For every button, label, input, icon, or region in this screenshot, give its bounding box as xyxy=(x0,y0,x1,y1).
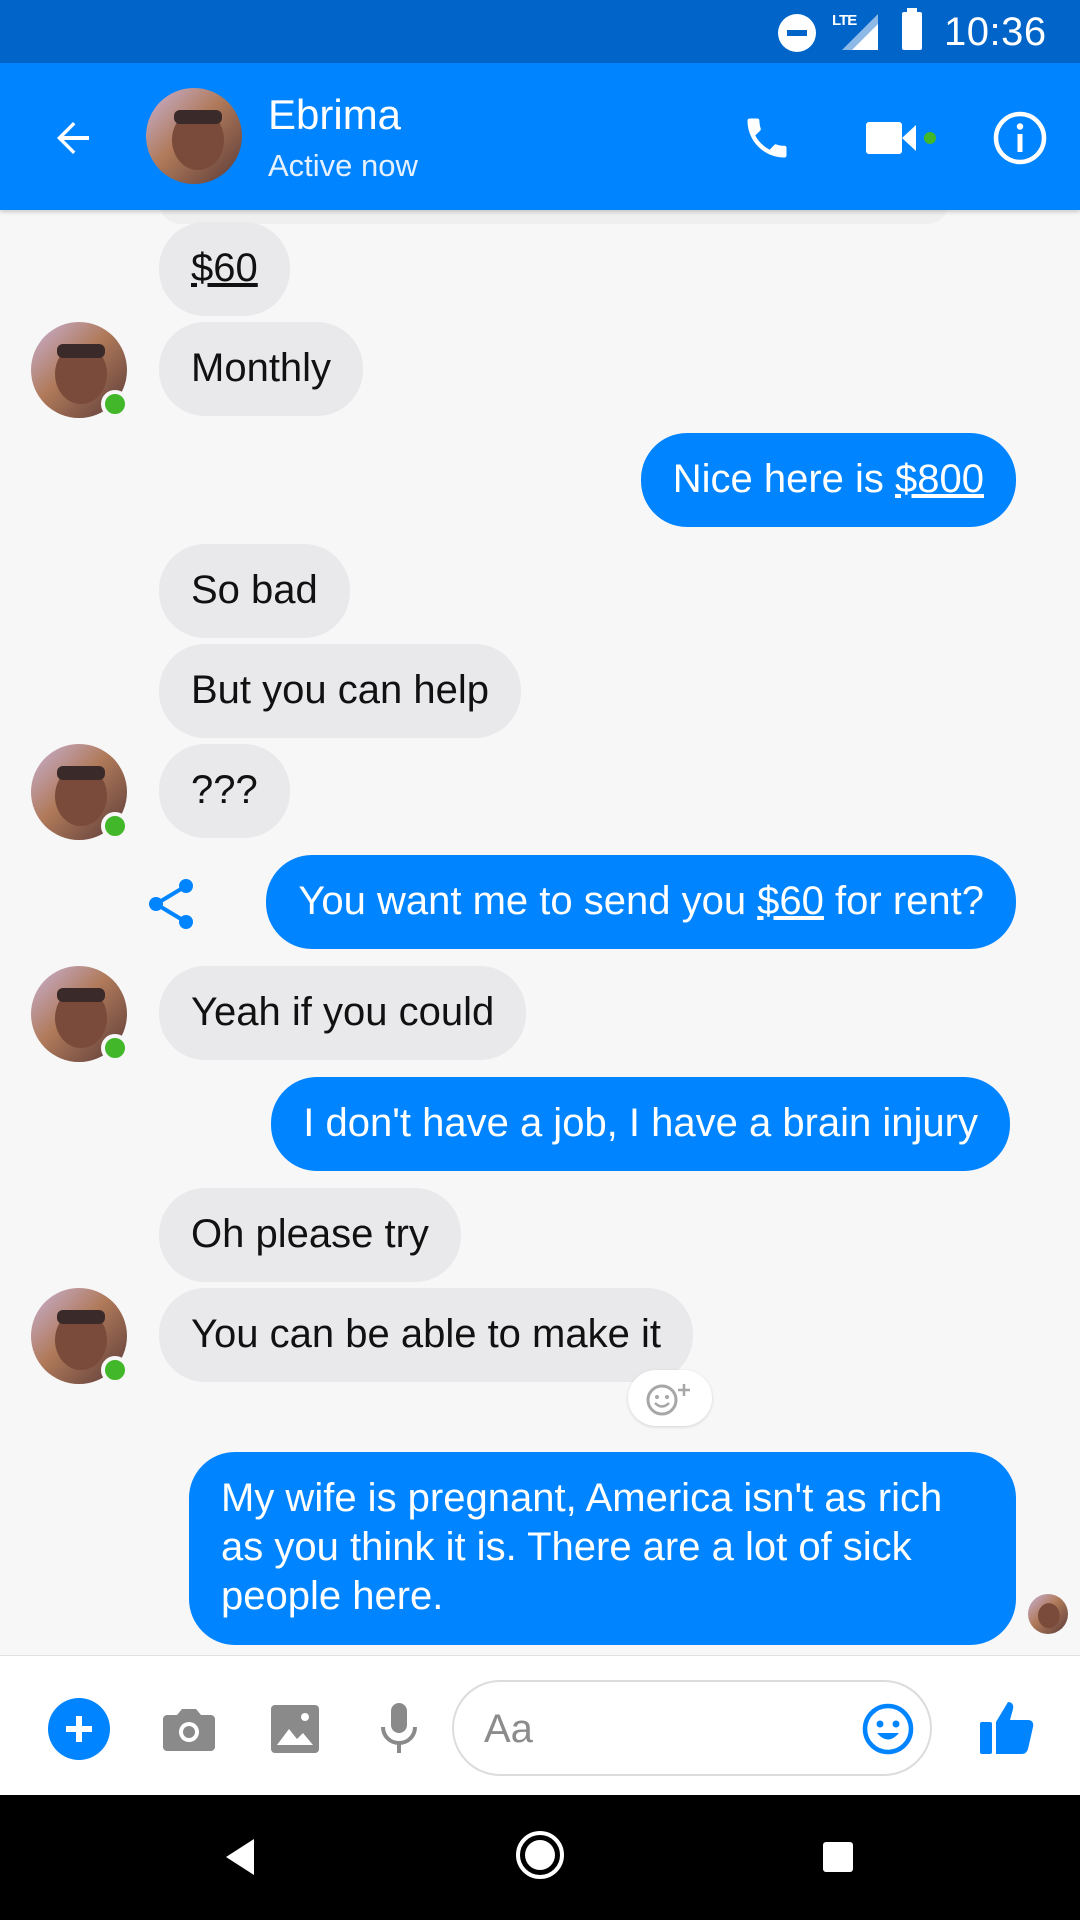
money-link[interactable]: $60 xyxy=(757,879,824,923)
outgoing-message[interactable]: You want me to send you $60 for rent? xyxy=(266,855,1016,949)
back-arrow-icon xyxy=(57,122,89,154)
gallery-button[interactable] xyxy=(264,1698,326,1760)
incoming-message[interactable]: But you can help xyxy=(159,644,521,738)
video-call-button[interactable] xyxy=(862,103,942,173)
money-link[interactable]: $800 xyxy=(895,457,984,501)
conversation-header: Ebrima Active now xyxy=(0,63,1080,210)
nav-back-button[interactable] xyxy=(210,1827,270,1887)
outgoing-message[interactable]: Nice here is $800 xyxy=(640,433,1016,527)
contact-avatar-small[interactable] xyxy=(31,322,129,418)
online-indicator xyxy=(101,1356,129,1384)
image-icon xyxy=(271,1705,319,1753)
online-indicator xyxy=(101,1034,129,1062)
plus-icon xyxy=(66,1716,92,1742)
message-input-box[interactable] xyxy=(452,1680,932,1776)
info-icon xyxy=(993,111,1047,165)
incoming-message[interactable]: Oh please try xyxy=(159,1188,461,1282)
message-thread[interactable]: $60 Monthly Nice here is $800 So bad But… xyxy=(0,210,1080,1655)
money-link[interactable]: $60 xyxy=(191,246,258,290)
nav-home-button[interactable] xyxy=(510,1825,570,1885)
camera-button[interactable] xyxy=(158,1698,220,1760)
previous-message-edge xyxy=(159,210,949,224)
thumbs-up-icon xyxy=(980,1702,1034,1754)
nav-back-icon xyxy=(226,1839,254,1875)
incoming-message[interactable]: You can be able to make it xyxy=(159,1288,693,1382)
contact-avatar-small[interactable] xyxy=(31,966,129,1062)
back-button[interactable] xyxy=(38,103,108,173)
contact-avatar-small[interactable] xyxy=(31,744,129,840)
outgoing-message[interactable]: I don't have a job, I have a brain injur… xyxy=(271,1077,1010,1171)
nav-home-icon xyxy=(516,1831,564,1879)
microphone-icon xyxy=(381,1703,417,1753)
online-indicator xyxy=(101,390,129,418)
nav-recents-icon xyxy=(823,1842,853,1872)
emoji-button[interactable] xyxy=(859,1700,917,1758)
avatar-photo xyxy=(1028,1594,1068,1634)
contact-avatar-small[interactable] xyxy=(31,1288,129,1384)
contact-status: Active now xyxy=(268,148,418,183)
incoming-message[interactable]: So bad xyxy=(159,544,350,638)
outgoing-message[interactable]: My wife is pregnant, America isn't as ri… xyxy=(189,1452,1016,1645)
online-indicator xyxy=(101,812,129,840)
voice-call-button[interactable] xyxy=(732,103,802,173)
video-camera-icon xyxy=(866,122,936,154)
share-icon xyxy=(149,879,193,929)
avatar-photo xyxy=(146,88,242,184)
nav-recents-button[interactable] xyxy=(808,1827,868,1887)
incoming-message[interactable]: ??? xyxy=(159,744,290,838)
status-bar: LTE 10:36 xyxy=(0,0,1080,63)
status-time: 10:36 xyxy=(944,10,1047,54)
do-not-disturb-icon xyxy=(778,14,816,52)
battery-icon xyxy=(902,8,922,50)
add-reaction-icon xyxy=(646,1384,690,1416)
contact-name[interactable]: Ebrima xyxy=(268,91,401,139)
share-button[interactable] xyxy=(140,872,204,936)
contact-avatar[interactable] xyxy=(146,88,242,184)
incoming-message[interactable]: Monthly xyxy=(159,322,364,416)
system-navigation-bar xyxy=(0,1795,1080,1920)
composer-bar xyxy=(0,1655,1080,1795)
phone-icon xyxy=(747,118,787,158)
message-input[interactable] xyxy=(484,1702,844,1756)
read-receipt-avatar xyxy=(1028,1594,1068,1634)
voice-message-button[interactable] xyxy=(368,1698,430,1760)
incoming-message[interactable]: $60 xyxy=(159,222,290,316)
camera-icon xyxy=(163,1709,215,1751)
emoji-icon xyxy=(862,1703,914,1755)
more-actions-button[interactable] xyxy=(48,1698,110,1760)
conversation-info-button[interactable] xyxy=(985,103,1055,173)
signal-icon xyxy=(842,14,878,50)
incoming-message[interactable]: Yeah if you could xyxy=(159,966,527,1060)
like-button[interactable] xyxy=(972,1692,1042,1762)
add-reaction-button[interactable] xyxy=(628,1370,712,1426)
